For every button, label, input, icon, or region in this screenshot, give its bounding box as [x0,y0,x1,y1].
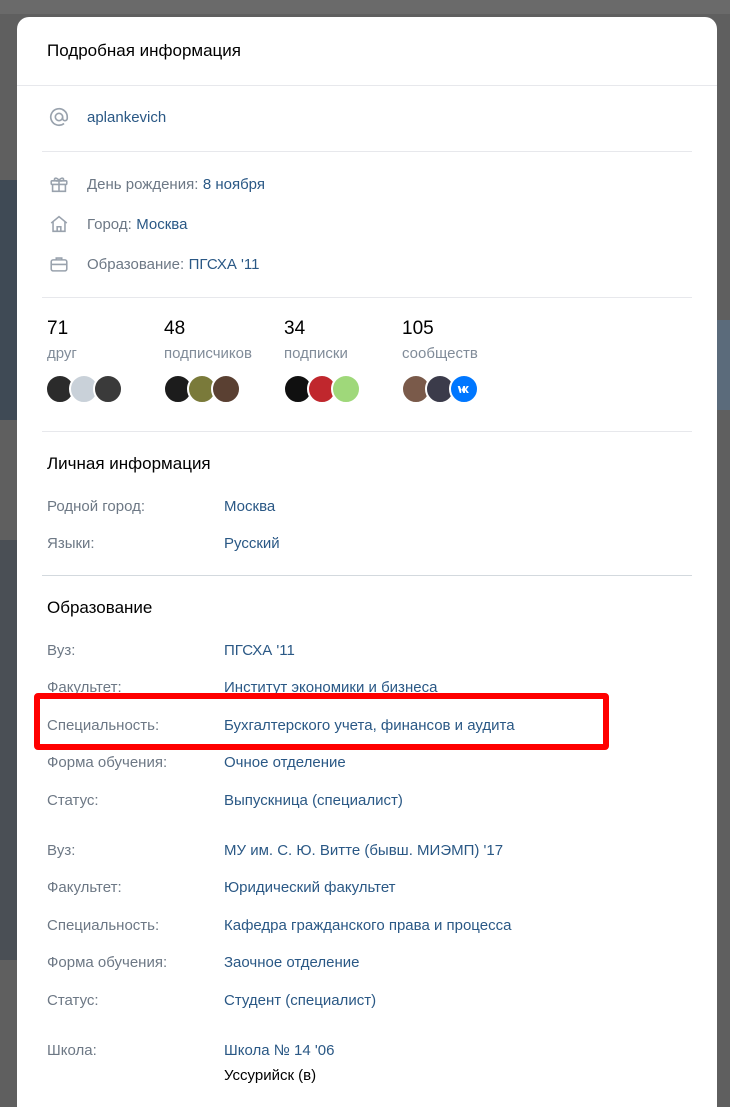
vk-logo-icon [449,374,479,404]
study-form-value[interactable]: Заочное отделение [224,954,359,971]
counter-friends[interactable]: 71 друг [47,318,77,362]
username-row: aplankevich [47,105,166,129]
city-label: Город: [87,215,132,233]
school-label: Школа: [47,1042,97,1059]
avatar [211,374,241,404]
counter-following[interactable]: 34 подписки [284,318,348,362]
communities-avatars[interactable] [401,374,479,404]
education-section-title: Образование [47,598,153,617]
languages-label: Языки: [47,535,95,552]
birthday-value[interactable]: 8 ноября [203,176,265,193]
university-label: Вуз: [47,642,76,659]
education-value[interactable]: ПГСХА '11 [189,256,260,273]
following-avatars[interactable] [283,374,361,404]
university-label: Вуз: [47,842,76,859]
counter-number: 34 [284,318,306,339]
divider [42,431,692,432]
counter-number: 105 [402,318,434,339]
gift-icon [47,172,71,196]
counter-label: подписки [284,345,348,362]
university-value[interactable]: ПГСХА '11 [224,642,295,659]
study-form-label: Форма обучения: [47,954,168,971]
home-icon [47,212,71,236]
education-label: Образование: [87,255,185,273]
birthday-row: День рождения: 8 ноября [47,172,265,196]
counter-label: сообществ [402,345,478,362]
counter-communities[interactable]: 105 сообществ [402,318,478,362]
faculty-value[interactable]: Юридический факультет [224,879,396,896]
birthday-label: День рождения: [87,175,199,193]
avatar [93,374,123,404]
followers-avatars[interactable] [163,374,241,404]
background-strip [0,180,17,420]
school-value[interactable]: Школа № 14 '06 [224,1042,334,1059]
counter-label: подписчиков [164,345,252,362]
username-link[interactable]: aplankevich [87,109,166,126]
background-strip [0,540,17,960]
divider [42,575,692,576]
specialty-label: Специальность: [47,917,160,934]
counter-followers[interactable]: 48 подписчиков [164,318,252,362]
status-label: Статус: [47,992,99,1009]
hometown-label: Родной город: [47,498,146,515]
study-form-label: Форма обучения: [47,754,168,771]
specialty-highlight-box [34,693,609,750]
divider [42,151,692,152]
specialty-value[interactable]: Кафедра гражданского права и процесса [224,917,511,934]
background-strip [0,0,730,14]
faculty-label: Факультет: [47,879,122,896]
personal-info-title: Личная информация [47,454,211,473]
study-form-value[interactable]: Очное отделение [224,754,346,771]
briefcase-icon [47,252,71,276]
status-value[interactable]: Студент (специалист) [224,992,376,1009]
languages-value[interactable]: Русский [224,535,280,552]
counter-label: друг [47,345,77,362]
details-modal: Подробная информация aplankevich День ро… [17,17,717,1107]
education-row: Образование: ПГСХА '11 [47,252,259,276]
modal-title: Подробная информация [17,17,717,86]
status-label: Статус: [47,792,99,809]
counter-number: 71 [47,318,69,339]
avatar [331,374,361,404]
city-value[interactable]: Москва [136,216,187,233]
divider [42,297,692,298]
university-value[interactable]: МУ им. С. Ю. Витте (бывш. МИЭМП) '17 [224,842,503,859]
city-row: Город: Москва [47,212,187,236]
background-strip [717,320,730,410]
counter-number: 48 [164,318,186,339]
at-icon [47,105,71,129]
status-value[interactable]: Выпускница (специалист) [224,792,403,809]
friends-avatars[interactable] [45,374,123,404]
school-city: Уссурийск (в) [224,1067,317,1084]
hometown-value[interactable]: Москва [224,498,275,515]
